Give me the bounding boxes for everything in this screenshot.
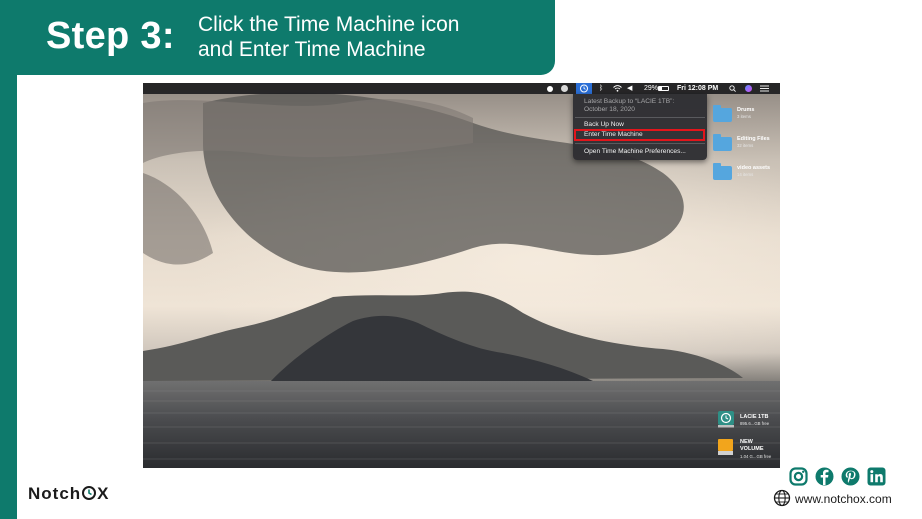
logo-text-start: Notch	[28, 484, 82, 503]
control-list-icon[interactable]	[760, 85, 769, 92]
drive-name-line1[interactable]: NEW	[740, 439, 753, 445]
search-icon[interactable]	[729, 85, 736, 92]
menu-bar: ᛒ ◀ 29% Fri 12:08 PM	[143, 83, 780, 94]
drive-name[interactable]: LACIE 1TB	[740, 414, 768, 420]
step-description-line2: and Enter Time Machine	[198, 38, 426, 61]
creative-cloud-icon[interactable]	[561, 85, 568, 92]
wifi-icon[interactable]	[613, 85, 622, 92]
notchox-logo[interactable]: Notch X	[28, 484, 110, 504]
bluetooth-icon[interactable]: ᛒ	[599, 83, 603, 94]
folder-icon[interactable]	[713, 163, 732, 180]
folder-count: 3 items	[737, 114, 751, 119]
time-machine-dropdown-menu: Latest Backup to “LACIE 1TB”: October 18…	[573, 94, 707, 160]
latest-backup-date: October 18, 2020	[584, 106, 635, 113]
folder-count: 14 items	[737, 172, 754, 177]
drive-free-space: 1.04 G...GB free	[740, 454, 772, 459]
back-up-now-item[interactable]: Back Up Now	[584, 120, 624, 129]
pinterest-icon[interactable]	[841, 467, 860, 486]
drive-free-space: 895.6...GB free	[740, 421, 770, 426]
drive-name-line2[interactable]: VOLUME	[740, 446, 764, 452]
linkedin-icon[interactable]	[867, 467, 886, 486]
external-drive-icon[interactable]	[717, 438, 734, 456]
volume-icon[interactable]: ◀	[627, 83, 632, 94]
instagram-icon[interactable]	[789, 467, 808, 486]
folder-name[interactable]: Editing Files	[737, 136, 770, 142]
website-link[interactable]: www.notchox.com	[795, 492, 892, 506]
open-preferences-item[interactable]: Open Time Machine Preferences...	[584, 147, 686, 156]
enter-time-machine-highlight	[574, 129, 705, 141]
step-description: Click the Time Machine icon and Enter Ti…	[198, 12, 459, 62]
facebook-icon[interactable]	[815, 467, 834, 486]
record-icon[interactable]	[547, 85, 553, 92]
folder-name[interactable]: video assets	[737, 165, 770, 171]
folder-count: 32 items	[737, 143, 754, 148]
siri-icon[interactable]	[745, 85, 752, 92]
globe-icon	[773, 489, 791, 507]
battery-icon[interactable]	[658, 86, 669, 91]
menu-separator	[575, 143, 705, 144]
sea	[143, 381, 780, 468]
step-label: Step 3:	[46, 15, 175, 57]
time-machine-icon	[580, 84, 588, 93]
mac-screenshot: ᛒ ◀ 29% Fri 12:08 PM Latest Backup to “L…	[143, 83, 780, 468]
time-machine-drive-icon[interactable]	[717, 410, 735, 428]
folder-icon[interactable]	[713, 134, 732, 151]
clock[interactable]: Fri 12:08 PM	[677, 83, 718, 94]
time-machine-menu-button[interactable]	[576, 83, 592, 94]
clock-icon	[82, 486, 97, 500]
logo-text-end: X	[97, 484, 110, 503]
step-banner: Step 3: Click the Time Machine icon and …	[0, 0, 555, 75]
battery-percent: 29%	[644, 85, 659, 92]
step-description-line1: Click the Time Machine icon	[198, 13, 460, 36]
folder-name[interactable]: Drums	[737, 107, 754, 113]
folder-icon[interactable]	[713, 105, 732, 122]
left-accent-strip	[0, 0, 17, 519]
menu-separator	[575, 117, 705, 118]
